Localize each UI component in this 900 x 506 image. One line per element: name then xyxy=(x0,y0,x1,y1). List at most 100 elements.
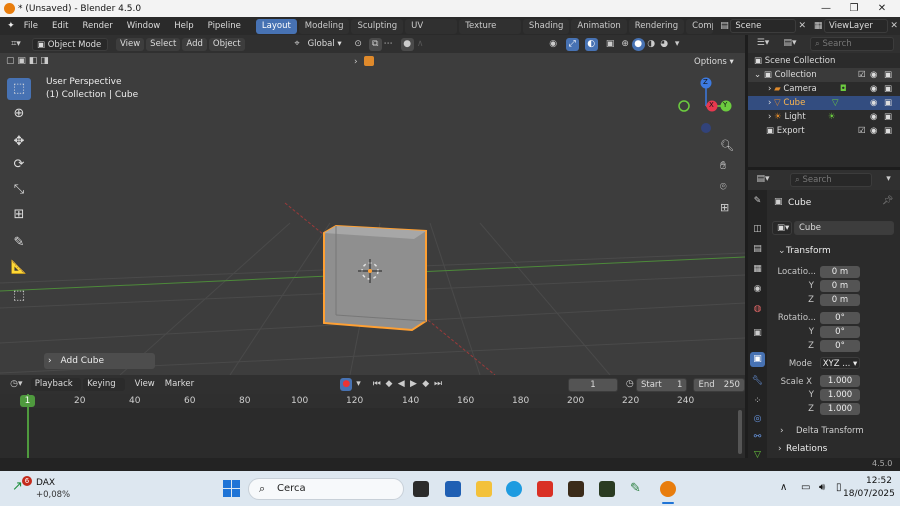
timeline-area[interactable]: 1 20 40 60 80 100 120 140 160 180 200 22… xyxy=(0,394,745,458)
visibility-eye-icon[interactable]: ◉ xyxy=(870,68,877,82)
menu-add[interactable]: Add xyxy=(182,37,207,51)
cursor-tool-button[interactable]: ⊕ xyxy=(7,103,31,125)
battery-icon[interactable]: ▯ xyxy=(836,482,842,493)
task-view-icon[interactable] xyxy=(413,481,429,497)
delta-transform-expand-icon[interactable]: › xyxy=(780,426,784,436)
solid-shading-icon[interactable]: ● xyxy=(631,37,645,51)
minimize-button[interactable]: — xyxy=(812,0,840,17)
outliner-row-scene-collection[interactable]: ▣ Scene Collection xyxy=(748,54,900,68)
rotation-mode-selector[interactable]: XYZ ... ▾ xyxy=(820,357,860,369)
keying-options-icon[interactable]: ▾ xyxy=(352,378,364,391)
expand-arrow-icon[interactable]: › xyxy=(768,98,771,108)
auto-keying-icon[interactable]: ● xyxy=(340,378,353,391)
relations-panel-title[interactable]: Relations xyxy=(786,444,827,454)
mode-selector[interactable]: ▣ Object Mode ▾ xyxy=(32,37,108,63)
visibility-eye-icon[interactable]: ◉ xyxy=(870,82,877,96)
xray-toggle-icon[interactable]: ▣ xyxy=(604,38,617,51)
render-camera-icon[interactable]: ▣ xyxy=(884,96,892,110)
blender-taskbar-icon[interactable] xyxy=(660,481,676,497)
tab-modeling[interactable]: Modeling xyxy=(298,18,350,34)
output-tab[interactable]: ▤ xyxy=(750,242,765,257)
tab-compositing[interactable]: Comp xyxy=(686,18,713,34)
menu-file[interactable]: File xyxy=(17,17,45,35)
start-frame-field[interactable]: Start 1 xyxy=(635,377,688,392)
edge-browser-icon[interactable] xyxy=(506,481,522,497)
rotation-x-field[interactable]: 0° xyxy=(820,312,860,324)
visibility-eye-icon[interactable]: ◉ xyxy=(870,96,877,110)
select-invert-icon[interactable]: ◨ xyxy=(40,56,49,66)
scene-icon[interactable]: ▤ xyxy=(719,20,731,33)
transform-orientation-selector[interactable]: Global ▾ xyxy=(304,38,346,51)
outliner-search-input[interactable]: ⌕ Search xyxy=(810,37,894,51)
properties-editor-type-icon[interactable]: ▤▾ xyxy=(752,173,774,186)
jump-end-icon[interactable]: ⏭ xyxy=(432,378,444,391)
header-collapse-arrow-icon[interactable]: › xyxy=(354,57,358,67)
world-tab[interactable]: ◍ xyxy=(750,302,765,317)
volume-icon[interactable]: 🔊︎ xyxy=(819,482,825,493)
timeline-editor-type-icon[interactable]: ◷▾ xyxy=(6,378,27,391)
select-box-tool-button[interactable]: ⬚ xyxy=(7,78,31,100)
navigation-gizmo[interactable]: Z Y X xyxy=(676,75,736,135)
outliner-row-camera[interactable]: › ▰ Camera ◘ ◉ ▣ xyxy=(748,82,900,96)
tab-animation[interactable]: Animation xyxy=(571,18,627,34)
object-name-field[interactable]: Cube xyxy=(794,221,894,235)
scale-x-field[interactable]: 1.000 xyxy=(820,375,860,387)
timeline-view-menu[interactable]: View xyxy=(131,378,159,391)
stock-name[interactable]: DAX xyxy=(36,478,55,488)
scene-close-icon[interactable]: ✕ xyxy=(796,20,808,33)
expand-arrow-icon[interactable]: › xyxy=(768,84,771,94)
proportional-edit-icon[interactable]: ● xyxy=(400,37,414,51)
taskbar-search-box[interactable]: ⌕ Cerca xyxy=(248,478,404,500)
snap-target-icon[interactable]: ⋯ xyxy=(382,38,395,51)
outliner-editor-type-icon[interactable]: ☰▾ xyxy=(752,37,774,50)
particles-tab[interactable]: ⁘ xyxy=(750,394,765,409)
scale-z-field[interactable]: 1.000 xyxy=(820,403,860,415)
rotation-y-field[interactable]: 0° xyxy=(820,326,860,338)
close-button[interactable]: ✕ xyxy=(868,0,896,17)
location-y-field[interactable]: 0 m xyxy=(820,280,860,292)
scene-selector[interactable]: Scene xyxy=(730,19,797,33)
shading-options-icon[interactable]: ▾ xyxy=(671,38,684,51)
rotation-z-field[interactable]: 0° xyxy=(820,340,860,352)
pin-icon[interactable]: 📌︎ xyxy=(882,196,893,206)
transform-panel-title[interactable]: Transform xyxy=(786,246,831,256)
render-tab[interactable]: ◫ xyxy=(750,222,765,237)
view-layer-tab[interactable]: ▦ xyxy=(750,262,765,277)
game-app-icon[interactable] xyxy=(568,481,584,497)
file-explorer-icon[interactable] xyxy=(476,481,492,497)
modifier-tab[interactable]: 🔧︎ xyxy=(750,374,765,389)
constraints-tab[interactable]: ⚯ xyxy=(750,430,765,445)
clock-date[interactable]: 18/07/2025 xyxy=(843,489,895,499)
add-cube-operator-panel[interactable]: › Add Cube xyxy=(44,353,155,369)
tab-texture-paint[interactable]: Texture Paint xyxy=(459,18,521,46)
tab-shading[interactable]: Shading xyxy=(522,18,570,34)
zoom-icon[interactable]: 🔍︎ xyxy=(720,139,734,152)
render-camera-icon[interactable]: ▣ xyxy=(884,68,892,82)
network-icon[interactable]: ▭ xyxy=(801,482,810,493)
tray-overflow-icon[interactable]: ∧ xyxy=(780,482,787,493)
render-camera-icon[interactable]: ▣ xyxy=(884,110,892,124)
properties-search-input[interactable]: ⌕ Search xyxy=(790,173,872,187)
view-layer-selector[interactable]: ViewLayer xyxy=(823,19,889,33)
tab-uv-editing[interactable]: UV Editing xyxy=(405,18,458,46)
nvidia-app-icon[interactable] xyxy=(599,481,615,497)
data-tab[interactable]: ▽ xyxy=(750,448,765,460)
outliner-row-cube[interactable]: › ▽ Cube ▽ ◉ ▣ xyxy=(748,96,900,110)
exclude-checkbox-icon[interactable]: ☑ xyxy=(858,68,866,82)
outliner-panel[interactable]: ▣ Scene Collection ⌄ ▣ Collection ☑ ◉ ▣ … xyxy=(748,53,900,167)
tool-tab[interactable]: ✎ xyxy=(750,194,765,209)
transform-expand-icon[interactable]: ⌄ xyxy=(778,246,786,256)
scene-tab[interactable]: ◉ xyxy=(750,282,765,297)
collection-tab[interactable]: ▣ xyxy=(750,326,765,341)
current-frame-field[interactable]: 1 xyxy=(568,377,618,392)
jump-start-icon[interactable]: ⏮ xyxy=(371,378,383,391)
expand-arrow-icon[interactable]: › xyxy=(768,112,771,122)
play-reverse-icon[interactable]: ◀ xyxy=(395,378,407,391)
annotate-tool-button[interactable]: ✎ xyxy=(7,232,31,254)
measure-tool-button[interactable]: 📐 xyxy=(7,257,31,279)
tab-sculpting[interactable]: Sculpting xyxy=(351,18,404,34)
microsoft-store-icon[interactable] xyxy=(445,481,461,497)
visibility-eye-icon[interactable]: ◉ xyxy=(870,124,877,138)
wireframe-shading-icon[interactable]: ⊕ xyxy=(619,38,632,51)
menu-edit[interactable]: Edit xyxy=(45,17,75,35)
